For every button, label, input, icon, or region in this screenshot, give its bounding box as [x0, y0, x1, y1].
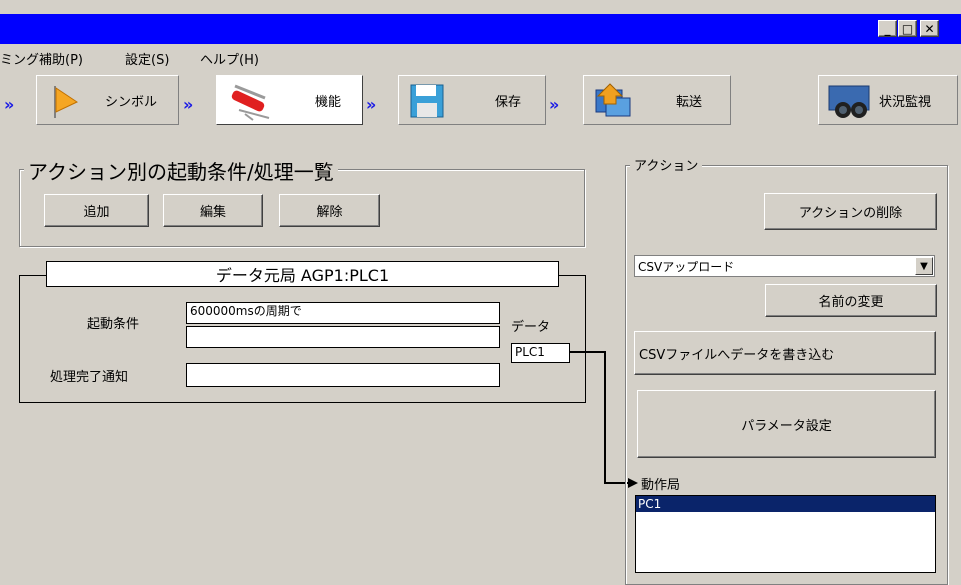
step-arrow-icon: »: [4, 95, 15, 114]
operating-station-label: 動作局: [641, 478, 681, 493]
function-label: 機能: [315, 94, 342, 110]
trigger-label: 起動条件: [87, 317, 140, 332]
list-item[interactable]: PC1: [636, 496, 935, 512]
step-arrow-icon: »: [366, 95, 377, 114]
function-button[interactable]: 機能: [216, 75, 363, 125]
action-type-select[interactable]: CSVアップロード ▼: [634, 255, 935, 277]
delete-action-button[interactable]: アクションの削除: [764, 193, 937, 230]
data-label: データ: [511, 320, 551, 335]
menu-programming-assist[interactable]: ミング補助(P): [0, 49, 83, 68]
symbol-label: シンボル: [105, 94, 158, 110]
maximize-button[interactable]: □: [898, 20, 917, 37]
transfer-label: 転送: [676, 94, 703, 110]
add-button[interactable]: 追加: [44, 194, 149, 227]
maximize-icon: □: [901, 21, 914, 36]
minimize-icon: _: [884, 21, 891, 36]
monitor-label: 状況監視: [879, 94, 932, 110]
transfer-button[interactable]: 転送: [583, 75, 731, 125]
delete-button[interactable]: 解除: [279, 194, 380, 227]
swiss-knife-icon: [231, 84, 270, 121]
step-arrow-icon: »: [549, 95, 560, 114]
data-source-title: データ元局 AGP1:PLC1: [46, 261, 559, 287]
binoculars-icon: [828, 85, 870, 118]
edit-button[interactable]: 編集: [163, 194, 263, 227]
notify-field[interactable]: [186, 363, 500, 387]
close-icon: ✕: [924, 21, 935, 36]
notify-label: 処理完了通知: [50, 370, 129, 385]
save-button[interactable]: 保存: [398, 75, 546, 125]
save-label: 保存: [495, 94, 522, 110]
chevron-down-icon[interactable]: ▼: [915, 257, 933, 275]
action-panel-title: アクション: [630, 155, 703, 174]
close-button[interactable]: ✕: [920, 20, 939, 37]
minimize-button[interactable]: _: [878, 20, 897, 37]
flag-icon: [54, 86, 79, 118]
action-type-value: CSVアップロード: [638, 259, 735, 274]
title-bar: _ □ ✕: [0, 14, 961, 44]
menu-settings[interactable]: 設定(S): [125, 49, 169, 68]
monitor-button[interactable]: 状況監視: [818, 75, 958, 125]
menu-bar: ミング補助(P) 設定(S) ヘルプ(H): [0, 44, 961, 70]
symbol-button[interactable]: シンボル: [36, 75, 179, 125]
operating-station-list[interactable]: PC1: [635, 495, 936, 573]
trigger-field-secondary[interactable]: [186, 326, 500, 348]
floppy-disk-icon: [410, 84, 444, 118]
step-arrow-icon: »: [183, 95, 194, 114]
write-csv-button[interactable]: CSVファイルへデータを書き込む: [634, 331, 936, 375]
menu-help[interactable]: ヘルプ(H): [200, 49, 259, 68]
trigger-field[interactable]: 600000msの周期で: [186, 302, 500, 324]
parameter-settings-button[interactable]: パラメータ設定: [637, 390, 936, 458]
transfer-icon: [595, 83, 631, 117]
action-list-title: アクション別の起動条件/処理一覧: [24, 156, 338, 185]
rename-button[interactable]: 名前の変更: [765, 284, 937, 317]
